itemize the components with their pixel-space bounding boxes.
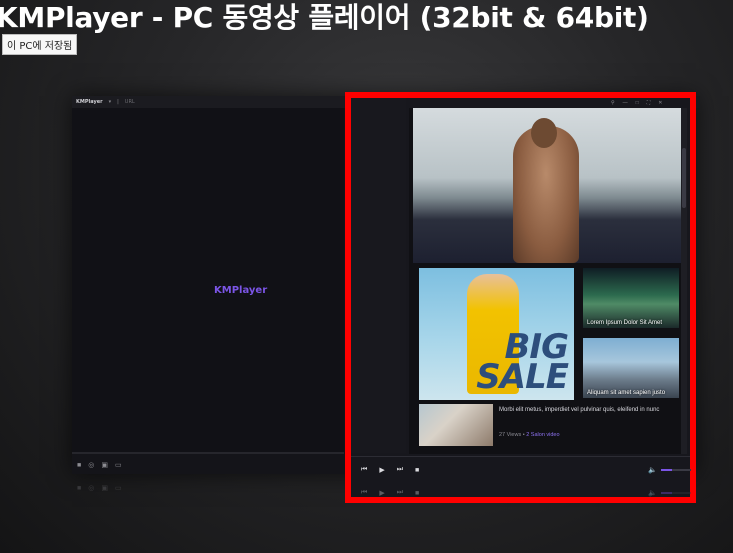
hero-figure-head xyxy=(531,118,557,148)
article-channel[interactable]: 2 Salon video xyxy=(526,432,559,438)
volume-control: 🔈 xyxy=(648,466,691,474)
article-views: 27 Views xyxy=(499,432,522,438)
promo-line-2: SALE xyxy=(476,357,569,397)
article-meta: 27 Views • 2 Salon video xyxy=(499,432,560,438)
article-item[interactable]: Morbi elit metus, imperdiet vel pulvinar… xyxy=(419,404,681,448)
next-icon[interactable]: ⏭ xyxy=(397,466,403,474)
side-card-aurora[interactable]: Lorem Ipsum Dolor Sit Amet xyxy=(583,268,679,328)
repeat-icon: ◎ xyxy=(88,485,95,492)
minimize-icon[interactable]: — xyxy=(623,100,628,106)
feed-scrollbar-thumb[interactable] xyxy=(682,148,686,208)
article-thumbnail[interactable] xyxy=(419,404,493,446)
volume-icon: 🔈 xyxy=(648,490,657,497)
left-control-bar: ■ ◎ ▣ ▭ xyxy=(72,456,344,474)
city-thumbnail xyxy=(583,338,679,398)
feed-scrollbar[interactable] xyxy=(681,108,687,454)
video-area[interactable]: KMPlayer xyxy=(72,108,344,454)
play-icon: ▶ xyxy=(379,490,385,497)
volume-slider xyxy=(661,492,691,494)
stop-icon: ■ xyxy=(77,484,82,492)
side-card-city[interactable]: Aliquam sit amet sapien justo xyxy=(583,338,679,398)
panel-divider xyxy=(351,456,690,457)
window-reflection: ■ ◎ ▣ ▭ xyxy=(72,480,347,496)
window-controls: ⚲ — □ ⛶ ✕ xyxy=(611,100,662,106)
promo-text: BIG SALE xyxy=(476,330,569,397)
side-card-caption: Aliquam sit amet sapien justo xyxy=(587,390,666,396)
vr-icon[interactable]: ▭ xyxy=(115,461,122,469)
vr-icon: ▭ xyxy=(114,485,122,492)
hero-video-thumbnail[interactable] xyxy=(413,108,683,263)
repeat-icon[interactable]: ◎ xyxy=(88,461,94,469)
app-name-label[interactable]: KMPlayer xyxy=(76,99,103,105)
page-title: KMPlayer - PC 동영상 플레이어 (32bit & 64bit) xyxy=(0,1,649,34)
stop-icon: ■ xyxy=(415,489,420,497)
aurora-thumbnail xyxy=(583,268,679,328)
big-sale-card[interactable]: BIG SALE xyxy=(419,268,574,400)
kmplayer-logo: KMPlayer xyxy=(214,285,268,296)
volume-slider[interactable] xyxy=(661,469,691,471)
url-label[interactable]: URL xyxy=(125,99,135,105)
pin-icon[interactable]: ⚲ xyxy=(611,100,615,106)
meta-separator: • xyxy=(522,432,525,438)
playback-controls: ⏮ ▶ ⏭ ■ 🔈 xyxy=(361,462,691,478)
stop-icon[interactable]: ■ xyxy=(415,467,419,474)
content-feed: BIG SALE Lorem Ipsum Dolor Sit Amet Aliq… xyxy=(409,108,687,454)
maximize-icon[interactable]: □ xyxy=(636,100,639,106)
close-icon[interactable]: ✕ xyxy=(658,100,662,106)
stop-icon[interactable]: ■ xyxy=(77,462,81,469)
capture-icon: ▣ xyxy=(101,485,108,492)
playback-controls-reflection: ⏮ ▶ ⏭ ■ 🔈 xyxy=(361,485,691,501)
article-title[interactable]: Morbi elit metus, imperdiet vel pulvinar… xyxy=(499,406,675,414)
highlighted-panel: ⚲ — □ ⛶ ✕ BIG SALE Lorem Ipsum Dolor Sit… xyxy=(345,92,696,503)
volume-control: 🔈 xyxy=(648,489,691,497)
fullscreen-icon[interactable]: ⛶ xyxy=(647,100,651,106)
play-icon[interactable]: ▶ xyxy=(379,466,384,474)
prev-icon[interactable]: ⏮ xyxy=(361,466,367,474)
dropdown-icon[interactable]: ▾ xyxy=(109,99,112,105)
separator-icon: | xyxy=(117,99,119,105)
volume-fill xyxy=(661,469,672,471)
side-card-caption: Lorem Ipsum Dolor Sit Amet xyxy=(587,320,663,326)
next-icon: ⏭ xyxy=(396,489,404,496)
prev-icon: ⏮ xyxy=(361,489,368,496)
seek-bar[interactable] xyxy=(72,452,344,454)
volume-icon[interactable]: 🔈 xyxy=(648,466,657,474)
save-status-tooltip: 이 PC에 저장됨 xyxy=(2,34,78,55)
panel-gutter xyxy=(351,98,406,453)
capture-icon[interactable]: ▣ xyxy=(101,461,108,469)
volume-fill xyxy=(661,492,672,494)
